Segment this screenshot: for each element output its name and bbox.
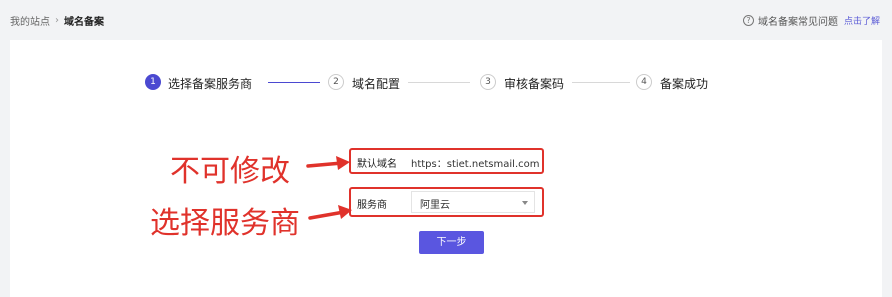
question-circle-icon: ? — [742, 15, 754, 26]
top-bar: 我的站点 › 域名备案 ? 域名备案常见问题 点击了解 — [0, 0, 892, 40]
step-connector-2 — [408, 82, 470, 83]
provider-field-highlight: 服务商 阿里云 — [349, 187, 544, 217]
step-2-label: 域名配置 — [352, 77, 401, 91]
next-step-button[interactable]: 下一步 — [419, 231, 484, 254]
breadcrumb: 我的站点 › 域名备案 — [10, 13, 104, 28]
help-section: ? 域名备案常见问题 点击了解 — [742, 13, 880, 28]
step-1-number: 1 — [145, 74, 161, 90]
step-2-number: 2 — [328, 74, 344, 90]
provider-select[interactable]: 阿里云 — [411, 191, 535, 213]
domain-field-highlight: 默认域名 https：stiet.netsmail.com — [349, 148, 544, 174]
provider-selected-value: 阿里云 — [420, 200, 450, 211]
domain-value: https：stiet.netsmail.com — [411, 159, 540, 170]
annotation-arrow-1 — [306, 156, 350, 170]
step-3-label: 审核备案码 — [504, 77, 565, 91]
step-3-number: 3 — [480, 74, 496, 90]
steps-indicator: 1 选择备案服务商 2 域名配置 3 审核备案码 4 备案成功 — [10, 74, 882, 92]
step-connector-3 — [572, 82, 630, 83]
step-4-number: 4 — [636, 74, 652, 90]
chevron-down-icon — [522, 201, 528, 205]
step-4-label: 备案成功 — [660, 77, 709, 91]
help-link[interactable]: 点击了解 — [844, 14, 880, 27]
domain-label: 默认域名 — [357, 159, 397, 170]
breadcrumb-separator: › — [55, 15, 59, 26]
main-card: 1 选择备案服务商 2 域名配置 3 审核备案码 4 备案成功 不可修改 默认域… — [10, 40, 882, 297]
step-1-label: 选择备案服务商 — [168, 77, 253, 91]
annotation-select-provider: 选择服务商 — [150, 206, 300, 241]
help-text: 域名备案常见问题 — [757, 17, 838, 28]
annotation-not-editable: 不可修改 — [170, 154, 290, 189]
breadcrumb-current: 域名备案 — [64, 17, 104, 28]
breadcrumb-my-sites[interactable]: 我的站点 — [10, 13, 50, 28]
provider-label: 服务商 — [357, 200, 387, 211]
step-connector-1 — [268, 82, 320, 83]
